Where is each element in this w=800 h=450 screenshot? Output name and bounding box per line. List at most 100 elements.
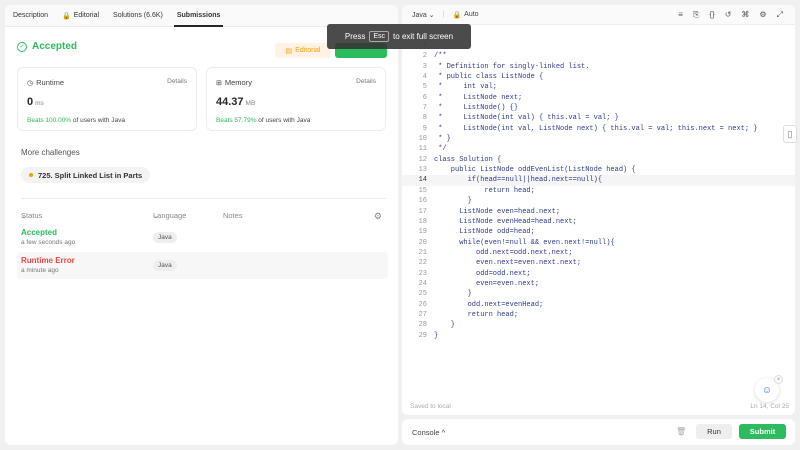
- code-text: ListNode odd=head;: [434, 228, 535, 237]
- reset-icon[interactable]: ↺: [725, 10, 732, 20]
- challenge-title: 725. Split Linked List in Parts: [38, 170, 143, 180]
- code-line: 14 if(head==null||head.next==null){: [402, 175, 795, 186]
- line-number: 24: [418, 279, 427, 288]
- submission-row[interactable]: Accepted a few seconds ago Java: [17, 224, 388, 251]
- settings-icon[interactable]: ⚙: [759, 10, 766, 20]
- line-number: 20: [418, 238, 427, 247]
- chevron-down-icon: ⌄: [153, 211, 160, 220]
- difficulty-dot-icon: [29, 173, 33, 177]
- braces-icon[interactable]: {}: [709, 10, 714, 20]
- line-number: 22: [418, 259, 427, 268]
- submit-button[interactable]: Submit: [739, 424, 786, 439]
- format-icon[interactable]: ≡: [678, 10, 683, 20]
- tab-label: Editorial: [73, 12, 100, 19]
- tab-label: Description: [13, 12, 49, 19]
- code-line: 24 even=even.next;: [402, 279, 795, 289]
- line-number: 3: [422, 62, 427, 71]
- memory-title: Memory: [224, 78, 252, 87]
- code-line: 6 * ListNode next;: [402, 93, 795, 103]
- code-line: 26 odd.next=evenHead;: [402, 300, 795, 310]
- result-header: ✓ Accepted: [17, 41, 77, 52]
- line-number: 15: [418, 186, 427, 195]
- line-number: 14: [418, 176, 427, 185]
- memory-value: 44.37: [216, 96, 244, 108]
- fullscreen-icon[interactable]: ⤢: [777, 10, 783, 20]
- tab-editorial[interactable]: 🔒 Editorial: [62, 5, 99, 27]
- close-icon[interactable]: ×: [774, 375, 783, 384]
- line-number: 17: [418, 207, 427, 216]
- code-text: if(head==null||head.next==null){: [434, 176, 603, 185]
- line-number: 6: [422, 93, 427, 102]
- code-text: * int val;: [434, 83, 498, 92]
- shortcut-icon[interactable]: ⌘: [741, 10, 749, 20]
- line-number: 13: [418, 166, 427, 175]
- trash-icon[interactable]: 🗑: [676, 427, 686, 436]
- tab-submissions[interactable]: Submissions: [173, 5, 223, 27]
- code-text: ListNode evenHead=head.next;: [434, 217, 577, 226]
- settings-gear-icon[interactable]: ⚙: [374, 211, 382, 222]
- code-line: 18 ListNode evenHead=head.next;: [402, 217, 795, 227]
- code-text: * ListNode() {}: [434, 104, 519, 113]
- code-line: 12 class Solution {: [402, 155, 795, 165]
- line-number: 29: [418, 331, 427, 340]
- notice-before: Press: [344, 32, 366, 41]
- code-line: 29}: [402, 331, 795, 341]
- code-line: 27 return head;: [402, 310, 795, 320]
- submission-row[interactable]: Runtime Error a minute ago Java: [17, 252, 388, 279]
- console-toggle[interactable]: Console ^: [412, 428, 445, 437]
- line-number: 4: [422, 73, 427, 82]
- bookmark-icon[interactable]: ⎘: [693, 10, 699, 20]
- language-badge: Java: [153, 260, 177, 271]
- memory-beats: Beats 57.79%: [216, 117, 257, 124]
- code-line: 5 * int val;: [402, 82, 795, 92]
- editorial-button-label: Editorial: [295, 47, 321, 54]
- chevron-down-icon: ⌄: [428, 11, 435, 19]
- line-number: 8: [422, 114, 427, 123]
- chip-icon: ⊞: [216, 79, 222, 87]
- code-line: 17 ListNode even=head.next;: [402, 207, 795, 217]
- code-line: 9 * ListNode(int val, ListNode next) { t…: [402, 124, 795, 134]
- tab-label: Solutions (6.6K): [113, 12, 163, 19]
- code-line: 25 }: [402, 289, 795, 299]
- runtime-beats-suffix: of users with Java: [72, 117, 125, 124]
- editor-toolbar: Java ⌄ | 🔒 Auto ≡ ⎘ {} ↺ ⌘ ⚙ ⤢: [402, 5, 795, 25]
- editorial-button[interactable]: ▤ Editorial: [275, 43, 331, 58]
- code-line: 28 }: [402, 320, 795, 330]
- tab-description[interactable]: Description: [13, 5, 48, 27]
- chevron-down-icon: ⌄: [21, 211, 28, 220]
- challenge-chip[interactable]: 725. Split Linked List in Parts: [21, 167, 151, 183]
- code-area[interactable]: 12/**3 * Definition for singly-linked li…: [402, 41, 795, 341]
- console-bar: Console ^ 🗑 Run Submit: [402, 419, 795, 445]
- code-text: odd.next=odd.next.next;: [434, 248, 573, 257]
- line-number: 9: [422, 124, 427, 133]
- memory-details-link[interactable]: Details: [356, 78, 376, 85]
- code-text: class Solution {: [434, 155, 502, 164]
- language-select[interactable]: Java ⌄: [412, 11, 435, 19]
- memory-beats-suffix: of users with Java: [258, 117, 311, 124]
- document-icon[interactable]: ▯: [783, 125, 797, 143]
- code-line: 10 * }: [402, 134, 795, 144]
- fullscreen-notice: Press Esc to exit full screen: [327, 24, 471, 49]
- chevron-up-icon: ^: [441, 428, 446, 437]
- tab-solutions[interactable]: Solutions (6.6K): [113, 5, 163, 27]
- code-line: 7 * ListNode() {}: [402, 103, 795, 113]
- code-text: even.next=even.next.next;: [434, 259, 582, 268]
- runtime-beats: Beats 100.00%: [27, 117, 72, 124]
- runtime-details-link[interactable]: Details: [167, 78, 187, 85]
- clock-icon: ◷: [27, 79, 34, 87]
- submission-panel: Description 🔒 Editorial Solutions (6.6K) …: [5, 5, 398, 445]
- line-number: 11: [418, 145, 427, 154]
- code-text: }: [434, 197, 472, 206]
- code-text: */: [434, 145, 447, 154]
- code-line: 20 while(even!=null && even.next!=null){: [402, 238, 795, 248]
- code-text: * ListNode(int val, ListNode next) { thi…: [434, 124, 758, 133]
- code-line: 23 odd=odd.next;: [402, 269, 795, 279]
- toolbar-separator: |: [442, 11, 445, 18]
- code-line: 19 ListNode odd=head;: [402, 227, 795, 237]
- line-number: 21: [418, 248, 427, 257]
- code-line: 21 odd.next=odd.next.next;: [402, 248, 795, 258]
- editor-actions: ≡ ⎘ {} ↺ ⌘ ⚙ ⤢: [668, 10, 783, 20]
- code-line: 16 }: [402, 196, 795, 206]
- run-button[interactable]: Run: [696, 424, 732, 439]
- mode-label[interactable]: Auto: [464, 11, 478, 18]
